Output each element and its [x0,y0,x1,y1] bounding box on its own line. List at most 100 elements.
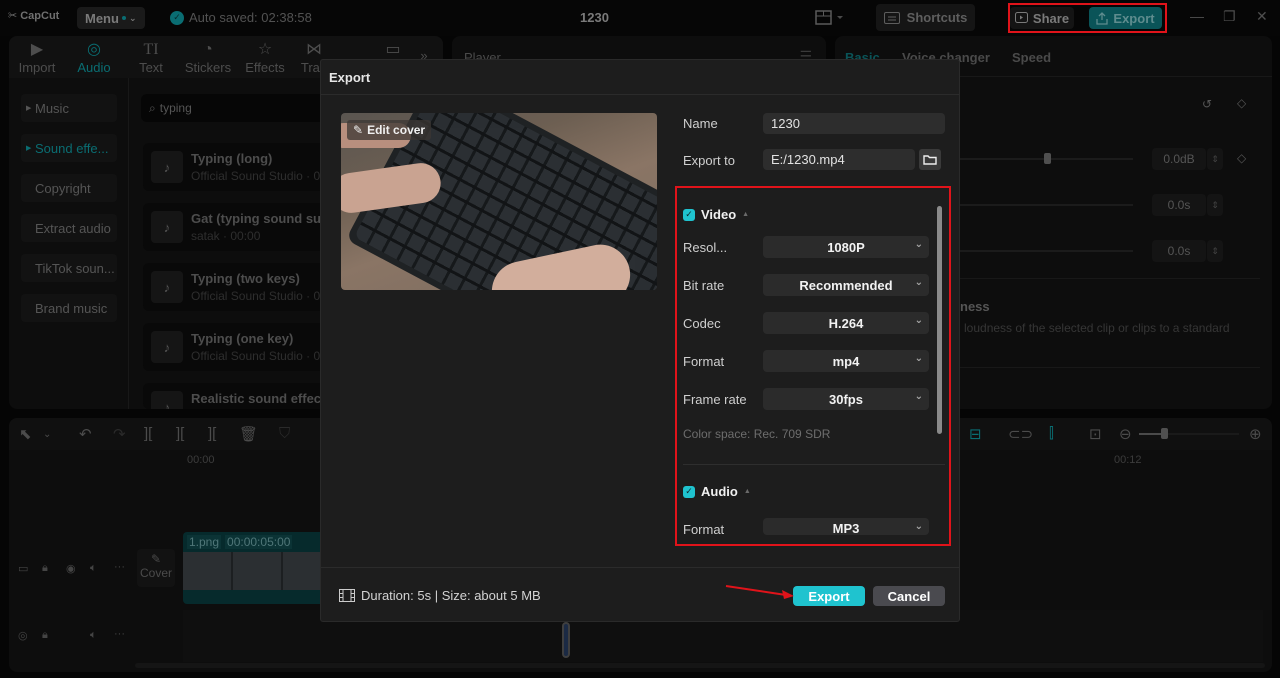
audio-categories: ▶ Music ▶ Sound effe... Copyright Extract … [9,78,129,409]
keyboard-icon [883,11,900,24]
maximize-button[interactable]: ❐ [1223,8,1236,25]
framerate-select[interactable]: 30fps ⌄ [763,388,929,410]
select-cursor-icon[interactable]: ⬉ [19,425,32,443]
export-path-input[interactable]: E:/1230.mp4 [763,149,915,170]
cover-preview[interactable]: ✎ Edit cover [341,113,657,290]
undo-icon[interactable]: ↶ [79,425,92,443]
clip-thumbnails [183,552,333,590]
split-icon[interactable]: ][ [144,425,152,442]
music-note-icon: ♪ [151,391,183,409]
color-space-info: Color space: Rec. 709 SDR [683,427,831,441]
tab-audio[interactable]: ◎ Audio [66,40,122,75]
settings-scrollbar[interactable] [937,206,942,434]
resolution-select[interactable]: 1080P ⌄ [763,236,929,258]
eye-icon[interactable]: ◉ [66,562,76,575]
tab-text[interactable]: TI Text [123,40,179,75]
format-label: Format [683,354,725,369]
reset-icon[interactable]: ↺ [1202,97,1212,111]
tab-import[interactable]: ▶︎ Import [9,40,65,75]
more-icon[interactable]: ··· [114,561,125,573]
volume-stepper[interactable]: ⇕ [1207,148,1223,170]
shortcuts-button[interactable]: Shortcuts [876,4,975,31]
zoom-slider-handle[interactable] [1161,428,1168,439]
cover-button[interactable]: ✎ Cover [137,549,175,587]
category-extract-audio[interactable]: Extract audio [21,214,117,242]
timeline-scrollbar[interactable] [135,663,1265,668]
fade-in-stepper[interactable]: ⇕ [1207,194,1223,216]
loudness-description: l loudness of the selected clip or clips… [958,321,1230,335]
tab-effects[interactable]: ☆ Effects [237,40,293,75]
volume-slider-handle[interactable] [1043,153,1051,164]
edit-cover-button[interactable]: ✎ Edit cover [347,120,432,140]
fade-in-field[interactable]: 0.0s [1152,194,1206,216]
name-input[interactable]: 1230 [763,113,945,134]
chevron-down-icon: ⌄ [914,277,923,288]
audio-checkbox[interactable]: ✓ [683,485,695,498]
format-select[interactable]: mp4 ⌄ [763,350,929,372]
audio-format-select[interactable]: MP3 ⌄ [763,518,929,535]
text-icon: TI [143,41,159,58]
fade-out-field[interactable]: 0.0s [1152,240,1206,262]
layout-button[interactable] [815,10,845,26]
split-right-icon[interactable]: ][ [208,425,216,442]
playhead-handle[interactable] [562,622,570,658]
volume-icon[interactable]: 🔈︎ [90,562,97,575]
import-icon: ▶︎ [30,41,44,58]
zoom-in-icon[interactable]: ⊕ [1249,425,1262,443]
volume-field[interactable]: 0.0dB [1152,148,1206,170]
cancel-button[interactable]: Cancel [873,586,945,606]
clip-name: 1.png [187,535,222,549]
menu-button[interactable]: Menu ⌄ [77,7,145,29]
split-left-icon[interactable]: ][ [176,425,184,442]
video-section-toggle[interactable]: ✓ Video ▲ [683,207,749,222]
zoom-out-icon[interactable]: ⊖ [1119,425,1132,443]
audio-section-toggle[interactable]: ✓ Audio ▲ [683,484,751,499]
music-note-icon: ♪ [151,211,183,243]
shield-icon[interactable]: ⛉ [279,425,290,442]
fade-in-slider-track[interactable] [960,204,1133,206]
caret-right-icon: ▶ [26,105,32,112]
category-tiktok-sounds[interactable]: TikTok soun... [21,254,117,282]
codec-select[interactable]: H.264 ⌄ [763,312,929,334]
bitrate-select[interactable]: Recommended ⌄ [763,274,929,296]
caret-up-icon: ▲ [742,211,750,218]
lock-icon[interactable]: 🔒︎ [42,629,48,642]
video-clip[interactable]: 1.png 00:00:05:00 [183,532,333,604]
keyframe-diamond-icon[interactable]: ◇ [1237,151,1246,165]
stickers-icon: ◔ [203,41,213,58]
close-window-button[interactable]: ✕ [1256,8,1268,25]
name-label: Name [683,116,718,131]
volume-icon[interactable]: 🔈︎ [90,629,97,642]
split-preview-icon[interactable]: ⫿ [1049,425,1054,442]
caret-right-icon: ▶ [26,145,32,152]
export-top-button[interactable]: Export [1089,7,1162,29]
fade-out-stepper[interactable]: ⇕ [1207,240,1223,262]
magnet-snap-icon[interactable]: ⊟ [969,425,982,443]
ruler-zoom-icon[interactable]: ⊡ [1089,425,1102,443]
keyframe-diamond-icon[interactable]: ◇ [1237,96,1246,110]
music-note-icon: ♪ [151,151,183,183]
export-button[interactable]: Export [793,586,865,606]
pencil-icon: ✎ [353,123,364,137]
fade-out-slider-track[interactable] [960,250,1133,252]
minimize-button[interactable]: — [1190,8,1204,24]
more-icon[interactable]: ··· [114,628,125,640]
category-music[interactable]: ▶ Music [21,94,117,122]
bitrate-label: Bit rate [683,278,725,293]
lock-icon[interactable]: 🔒︎ [42,562,48,575]
export-dialog: Export ✎ Edit cover Name 1230 Export to … [320,59,960,622]
tab-speed[interactable]: Speed [1012,50,1051,65]
category-brand-music[interactable]: Brand music [21,294,117,322]
framerate-label: Frame rate [683,392,747,407]
browse-folder-button[interactable] [919,149,941,170]
category-copyright[interactable]: Copyright [21,174,117,202]
video-checkbox[interactable]: ✓ [683,208,695,221]
project-title: 1230 [580,10,609,25]
delete-icon[interactable]: 🗑︎ [239,425,258,443]
tab-stickers[interactable]: ◔ Stickers [180,40,236,75]
chevron-down-icon[interactable]: ⌄ [43,429,51,440]
share-button[interactable]: Share [1010,7,1074,29]
category-sound-effects[interactable]: ▶ Sound effe... [21,134,117,162]
redo-icon[interactable]: ↷ [113,425,126,443]
link-icon[interactable]: ⊂⊃ [1008,425,1033,443]
